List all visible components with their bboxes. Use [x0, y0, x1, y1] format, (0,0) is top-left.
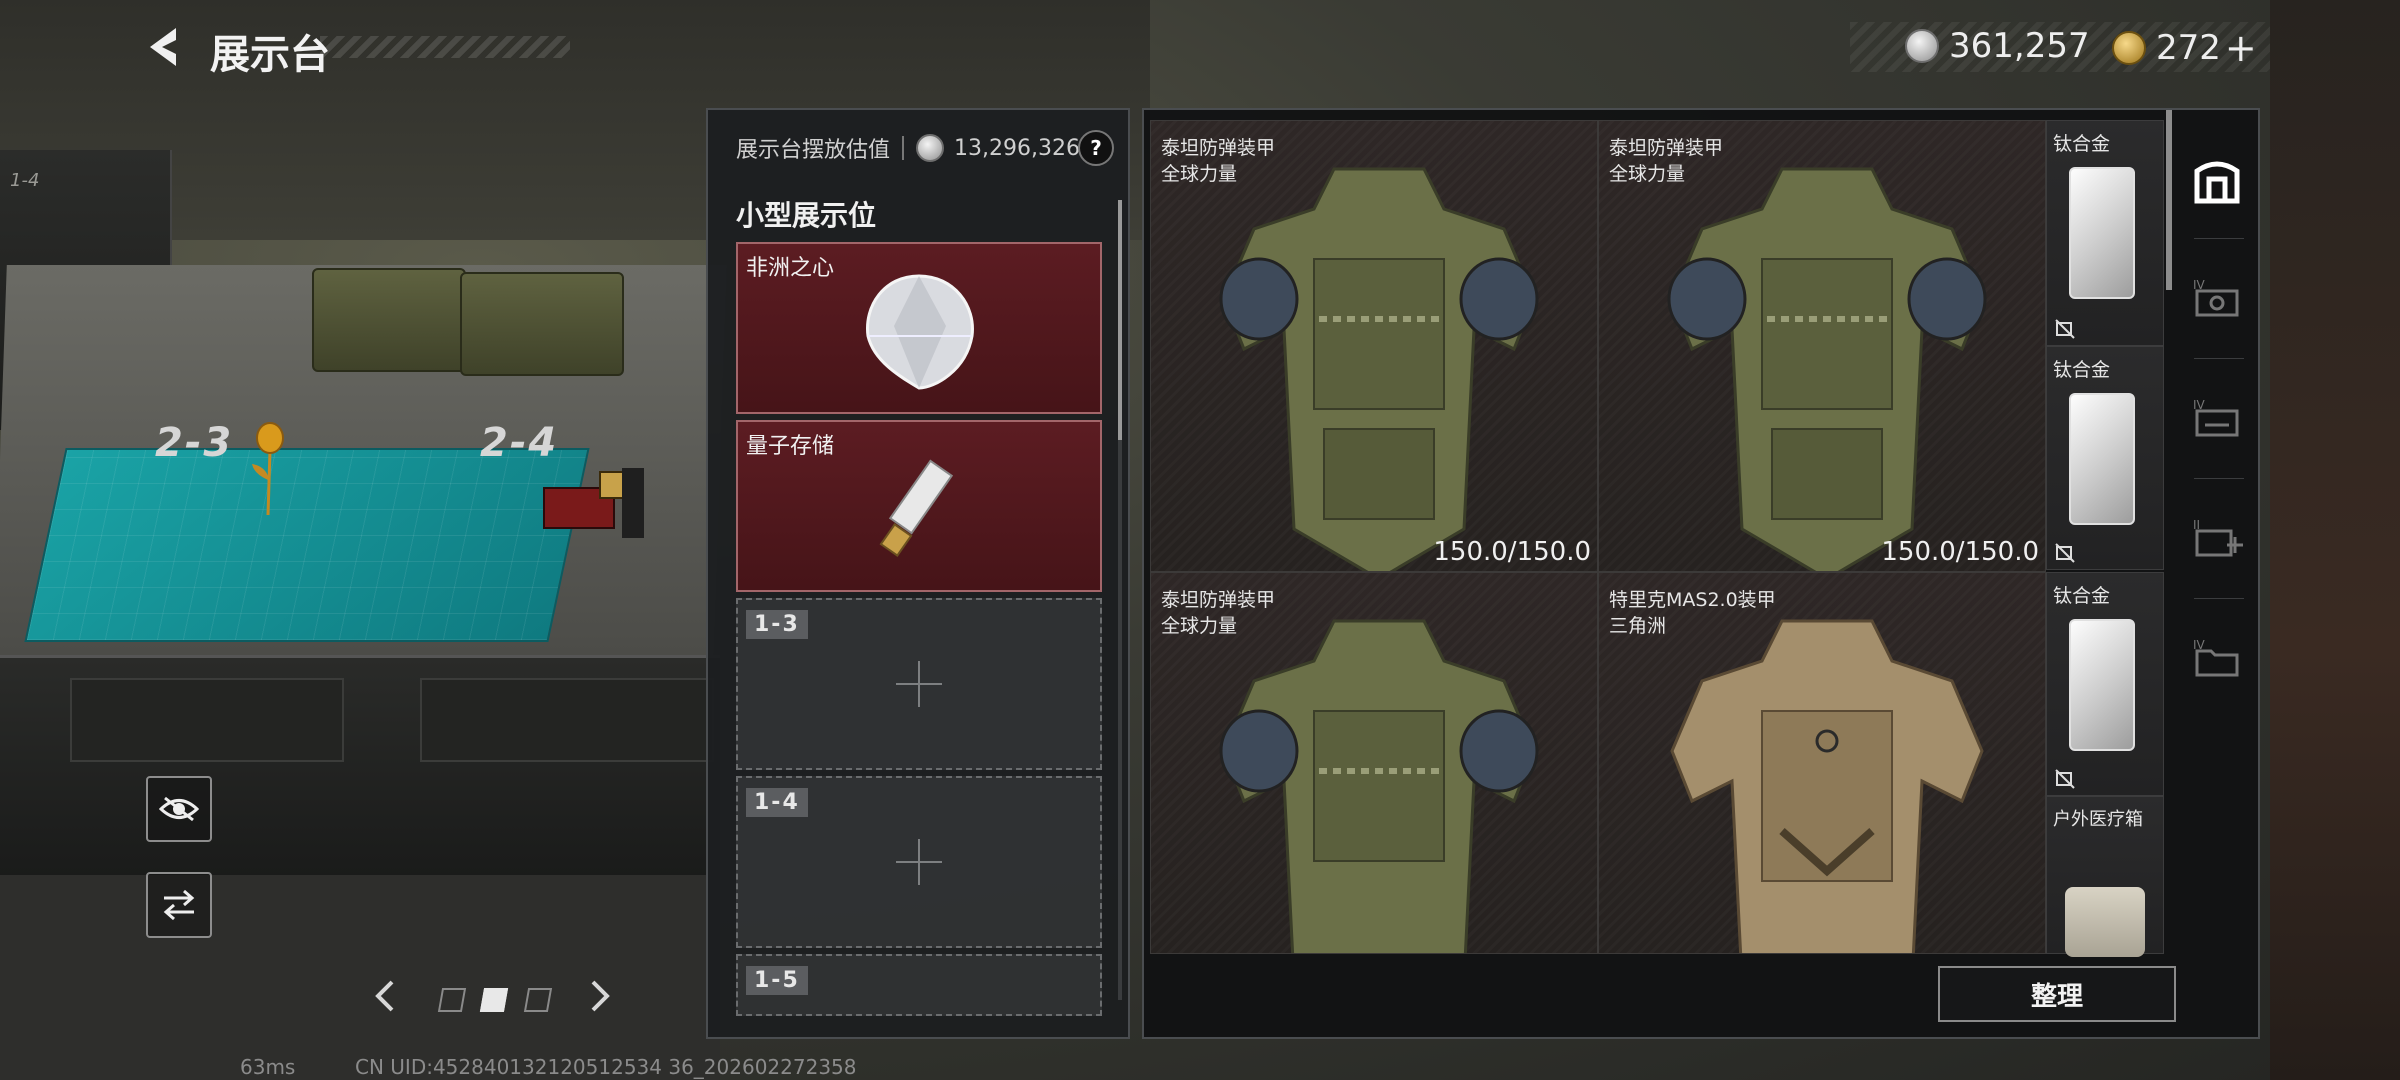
gun-parts-item[interactable]	[540, 458, 650, 548]
slot-item-name: 非洲之心	[746, 256, 835, 281]
slot-tag: 1-5	[746, 966, 808, 995]
category-medical-button[interactable]: II	[2186, 506, 2248, 568]
slot-item-name: 量子存储	[746, 434, 835, 459]
add-icon	[896, 839, 942, 885]
category-helmet-button[interactable]: IV	[2186, 386, 2248, 448]
shelf-label: 1-4	[10, 170, 40, 191]
golden-rose-item[interactable]	[248, 420, 292, 520]
inventory-item-armor[interactable]: 泰坦防弹装甲 全球力量	[1150, 572, 1598, 954]
swap-button[interactable]	[146, 872, 212, 938]
display-mat[interactable]	[24, 448, 590, 642]
silver-coin-icon	[916, 134, 945, 162]
add-icon	[896, 661, 942, 707]
table-slot-label: 2-3	[155, 420, 234, 466]
item-name: 钛合金	[2053, 359, 2111, 381]
inventory-item-plate[interactable]: 钛合金	[2046, 120, 2164, 346]
inventory-item-armor[interactable]: 特里克MAS2.0装甲 三角洲	[1598, 572, 2046, 954]
title-decoration	[320, 36, 570, 58]
durability-text: 150.0/150.0	[1881, 537, 2039, 567]
silver-currency: 361,257	[1905, 26, 2090, 66]
eye-icon	[159, 796, 199, 822]
inventory-item-medkit[interactable]: 户外医疗箱	[2046, 796, 2164, 957]
body-armor-icon	[1219, 167, 1539, 571]
pager-next-icon[interactable]	[585, 978, 615, 1014]
inventory-item-armor[interactable]: 泰坦防弹装甲 全球力量 150.0/150.0	[1598, 120, 2046, 572]
pager-dot-active[interactable]	[479, 988, 509, 1012]
diamond-icon	[866, 274, 974, 390]
display-slot-empty[interactable]: 1-3	[736, 598, 1102, 770]
ammo-box	[312, 268, 466, 372]
pager-dot[interactable]	[523, 988, 553, 1012]
uid-text: CN UID:452840132120512534 36_20260227235…	[355, 1055, 857, 1079]
no-trade-icon	[2055, 319, 2075, 339]
display-slot-heart-of-africa[interactable]: 非洲之心	[736, 242, 1102, 414]
page-title: 展示台	[210, 32, 330, 78]
item-name: 户外医疗箱	[2053, 809, 2143, 830]
scene-right-edge	[2270, 0, 2400, 1080]
value-label: 展示台摆放估值	[736, 138, 891, 163]
display-panel: 展示台摆放估值 13,296,326 ? 小型展示位 非洲之心 量子存储 1-3…	[706, 108, 1130, 1039]
category-display-button[interactable]	[2186, 150, 2248, 212]
inventory-item-plate[interactable]: 钛合金	[2046, 572, 2164, 796]
pager-dot[interactable]	[437, 988, 467, 1012]
help-button[interactable]: ?	[1078, 130, 1114, 166]
add-gold-button[interactable]: +	[2225, 26, 2257, 70]
silver-amount: 361,257	[1949, 26, 2090, 66]
table-drawers	[0, 655, 720, 878]
sort-button[interactable]: 整理	[1938, 966, 2176, 1022]
slot-tag: 1-3	[746, 610, 808, 639]
inventory-item-plate[interactable]: 钛合金	[2046, 346, 2164, 570]
slot-scroll-thumb[interactable]	[1118, 200, 1122, 440]
body-armor-icon	[1670, 619, 1984, 953]
titanium-plate-icon	[2069, 167, 2135, 299]
inventory-item-armor[interactable]: 泰坦防弹装甲 全球力量 150.0/150.0	[1150, 120, 1598, 572]
display-value-row: 展示台摆放估值 13,296,326	[736, 132, 1080, 164]
display-value: 13,296,326	[954, 135, 1080, 161]
gold-currency[interactable]: 272 +	[2112, 26, 2257, 70]
durability-text: 150.0/150.0	[1433, 537, 1591, 567]
category-armor-button[interactable]: IV	[2186, 266, 2248, 328]
section-title: 小型展示位	[736, 199, 877, 232]
category-folder-button[interactable]: IV	[2186, 626, 2248, 688]
usb-drive-icon	[879, 459, 954, 557]
display-slot-empty[interactable]: 1-4	[736, 776, 1102, 948]
inventory-scroll-thumb[interactable]	[2166, 110, 2172, 290]
item-faction: 三角洲	[1609, 615, 1667, 637]
titanium-plate-icon	[2069, 393, 2135, 525]
category-folder-icon: IV	[2193, 638, 2239, 677]
swap-icon	[163, 889, 195, 921]
category-helmet-icon: IV	[2193, 398, 2239, 437]
view-toggle-button[interactable]	[146, 776, 212, 842]
no-trade-icon	[2055, 769, 2075, 789]
display-slot-quantum-storage[interactable]: 量子存储	[736, 420, 1102, 592]
item-name: 钛合金	[2053, 133, 2111, 155]
body-armor-icon	[1667, 167, 1987, 571]
medkit-icon	[2065, 887, 2145, 957]
slot-tag: 1-4	[746, 788, 808, 817]
titanium-plate-icon	[2069, 619, 2135, 751]
gold-amount: 272	[2156, 28, 2221, 68]
gold-coin-icon	[2112, 31, 2146, 65]
back-arrow-icon[interactable]	[140, 22, 190, 72]
pager-prev-icon[interactable]	[370, 978, 400, 1014]
item-name: 钛合金	[2053, 585, 2111, 607]
category-display-icon	[2194, 161, 2240, 204]
no-trade-icon	[2055, 543, 2075, 563]
ammo-box	[460, 272, 624, 376]
body-armor-icon	[1219, 619, 1539, 953]
silver-coin-icon	[1905, 29, 1939, 63]
category-medical-icon: II	[2193, 518, 2243, 557]
ping-text: 63ms	[240, 1055, 296, 1079]
display-slot-empty[interactable]: 1-5	[736, 954, 1102, 1016]
category-armor-icon: IV	[2193, 278, 2239, 317]
